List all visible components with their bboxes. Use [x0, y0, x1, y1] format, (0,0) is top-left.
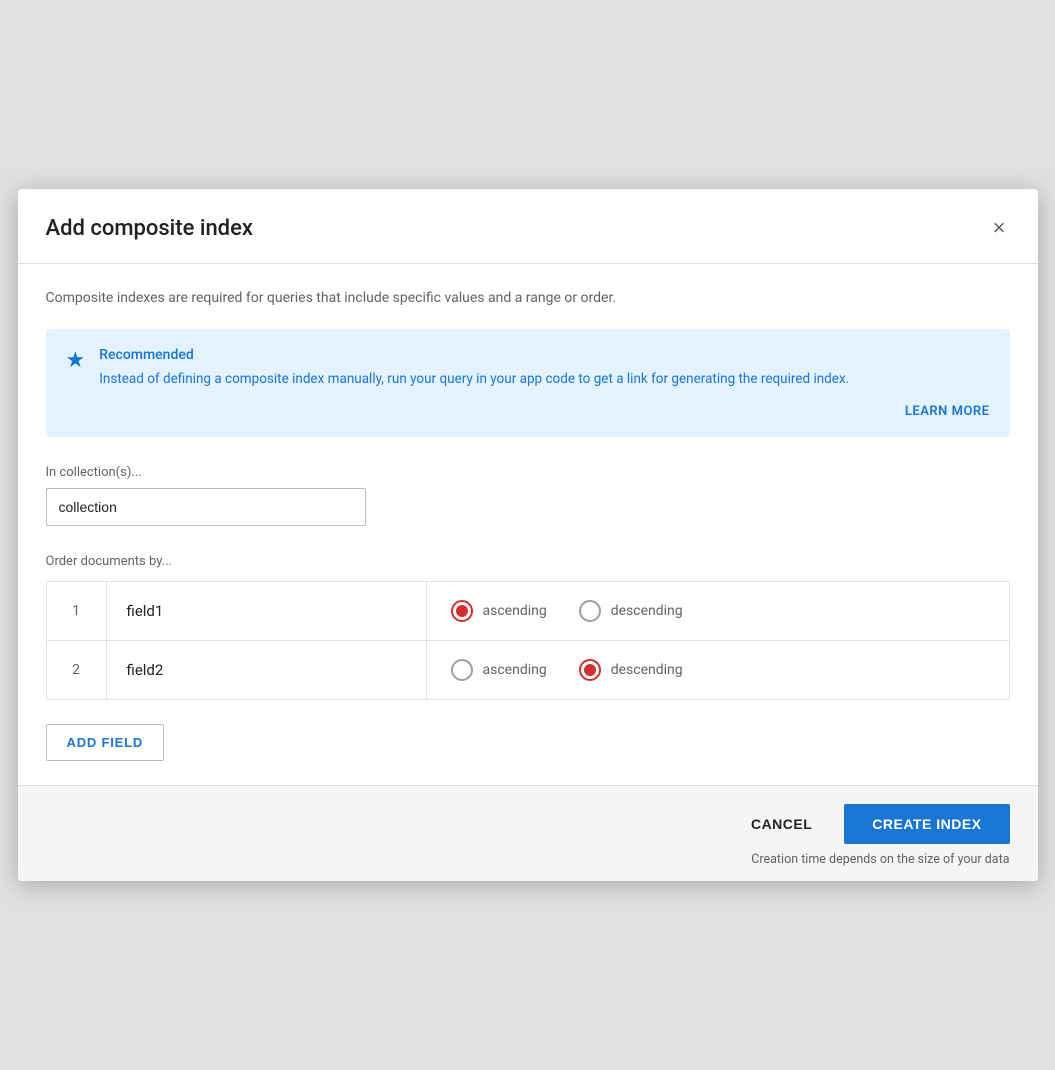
dialog-title: Add composite index [46, 216, 253, 241]
add-composite-index-dialog: Add composite index × Composite indexes … [18, 189, 1038, 880]
descending-label-1: descending [611, 603, 683, 619]
ascending-label-2: ascending [483, 662, 547, 678]
learn-more-button[interactable]: LEARN MORE [66, 404, 990, 419]
dialog-body: Composite indexes are required for queri… [18, 264, 1038, 784]
ascending-radio-2[interactable] [451, 659, 473, 681]
ascending-option-2[interactable]: ascending [451, 659, 547, 681]
footer-actions: CANCEL CREATE INDEX [46, 804, 1010, 844]
dialog-footer: CANCEL CREATE INDEX Creation time depend… [18, 785, 1038, 881]
field-name-1: field1 [106, 581, 426, 640]
recommendation-title: Recommended [99, 347, 989, 363]
close-button[interactable]: × [989, 213, 1010, 243]
collection-label: In collection(s)... [46, 465, 1010, 480]
descending-label-2: descending [611, 662, 683, 678]
description-text: Composite indexes are required for queri… [46, 288, 1010, 309]
field-name-2: field2 [106, 640, 426, 699]
descending-option-1[interactable]: descending [579, 600, 683, 622]
recommendation-header: ★ Recommended Instead of defining a comp… [66, 347, 990, 389]
order-label: Order documents by... [46, 554, 1010, 569]
dialog-header: Add composite index × [18, 189, 1038, 264]
descending-radio-inner-2 [584, 664, 596, 676]
add-field-button[interactable]: ADD FIELD [46, 724, 165, 761]
descending-radio-2[interactable] [579, 659, 601, 681]
field-options-1: ascending descending [426, 581, 1009, 640]
create-index-button[interactable]: CREATE INDEX [844, 804, 1009, 844]
fields-table: 1 field1 ascending [46, 581, 1010, 700]
field-num-1: 1 [46, 581, 106, 640]
table-row: 2 field2 ascending [46, 640, 1009, 699]
descending-radio-1[interactable] [579, 600, 601, 622]
recommendation-desc: Instead of defining a composite index ma… [99, 369, 989, 389]
ascending-option-1[interactable]: ascending [451, 600, 547, 622]
ascending-radio-1[interactable] [451, 600, 473, 622]
footer-note: Creation time depends on the size of you… [46, 852, 1010, 867]
ascending-radio-inner-1 [456, 605, 468, 617]
collection-input[interactable] [46, 488, 366, 526]
ascending-label-1: ascending [483, 603, 547, 619]
descending-option-2[interactable]: descending [579, 659, 683, 681]
field-num-2: 2 [46, 640, 106, 699]
star-icon: ★ [66, 348, 86, 373]
table-row: 1 field1 ascending [46, 581, 1009, 640]
cancel-button[interactable]: CANCEL [727, 804, 836, 844]
recommendation-box: ★ Recommended Instead of defining a comp… [46, 329, 1010, 436]
radio-group-1: ascending descending [451, 600, 985, 622]
field-options-2: ascending descending [426, 640, 1009, 699]
recommendation-content: Recommended Instead of defining a compos… [99, 347, 989, 389]
radio-group-2: ascending descending [451, 659, 985, 681]
